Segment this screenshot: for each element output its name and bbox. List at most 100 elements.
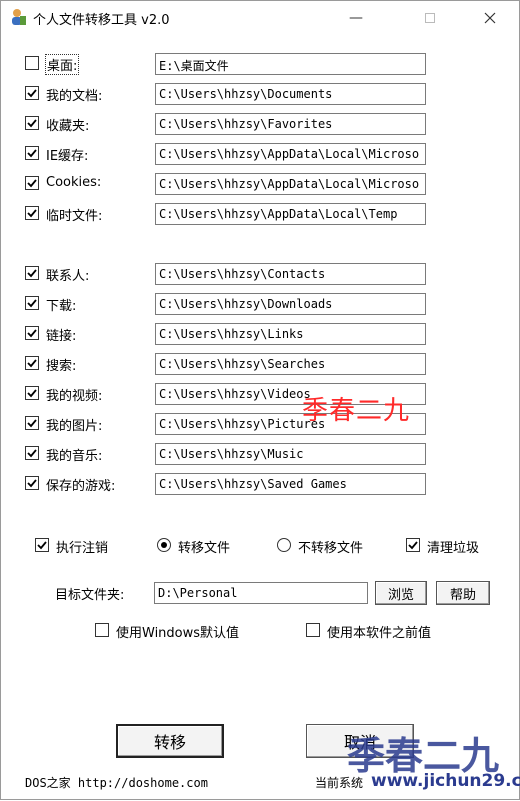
folder-row: 联系人: C:\Users\hhzsy\Contacts [25, 263, 435, 285]
transfer-files-radio[interactable] [157, 538, 171, 552]
target-folder-input[interactable]: D:\Personal [154, 582, 368, 604]
folder-checkbox[interactable] [25, 146, 39, 160]
check-icon [27, 449, 37, 458]
clean-junk-option[interactable]: 清理垃圾 [406, 536, 506, 556]
transfer-files-label: 转移文件 [178, 541, 231, 556]
windows-default-checkbox[interactable] [95, 623, 109, 637]
previous-value-option[interactable]: 使用本软件之前值 [306, 622, 466, 641]
folder-row: 临时文件: C:\Users\hhzsy\AppData\Local\Temp [25, 203, 435, 225]
title-bar: 个人文件转移工具 v2.0 — [1, 1, 519, 34]
folder-label: 下载: [46, 299, 77, 314]
check-icon [27, 299, 37, 308]
folder-checkbox[interactable] [25, 326, 39, 340]
no-transfer-option[interactable]: 不转移文件 [277, 536, 387, 556]
check-icon [27, 149, 37, 158]
windows-default-option[interactable]: 使用Windows默认值 [95, 622, 255, 641]
folder-path-input[interactable]: E:\桌面文件 [155, 53, 426, 75]
target-folder-label: 目标文件夹: [55, 588, 125, 603]
folder-path-input[interactable]: C:\Users\hhzsy\Saved Games [155, 473, 426, 495]
folder-label: 我的音乐: [46, 449, 103, 464]
check-icon [37, 541, 47, 550]
folder-label: 桌面: [44, 54, 80, 75]
folder-row: 链接: C:\Users\hhzsy\Links [25, 323, 435, 345]
folder-label: 链接: [46, 329, 77, 344]
folder-checkbox[interactable] [25, 56, 39, 70]
check-icon [27, 179, 37, 188]
maximize-button[interactable] [407, 1, 453, 34]
help-button[interactable]: 帮助 [436, 581, 490, 605]
execute-logoff-label: 执行注销 [56, 541, 109, 556]
folder-row: 保存的游戏: C:\Users\hhzsy\Saved Games [25, 473, 435, 495]
maximize-icon [425, 12, 435, 23]
folder-row: IE缓存: C:\Users\hhzsy\AppData\Local\Micros… [25, 143, 435, 165]
folder-checkbox[interactable] [25, 266, 39, 280]
folder-row: 下载: C:\Users\hhzsy\Downloads [25, 293, 435, 315]
folder-label: 搜索: [46, 359, 77, 374]
folder-label: Cookies: [46, 175, 102, 190]
folder-checkbox[interactable] [25, 356, 39, 370]
folder-row: 我的文档: C:\Users\hhzsy\Documents [25, 83, 435, 105]
folder-checkbox[interactable] [25, 446, 39, 460]
transfer-files-option[interactable]: 转移文件 [157, 536, 257, 556]
folder-path-input[interactable]: C:\Users\hhzsy\Searches [155, 353, 426, 375]
execute-logoff-checkbox[interactable] [35, 538, 49, 552]
close-icon [484, 12, 496, 23]
folder-row: 搜索: C:\Users\hhzsy\Searches [25, 353, 435, 375]
watermark-corner-url: www.jichun29.cn [371, 771, 520, 791]
folder-row: 桌面: E:\桌面文件 [25, 53, 435, 75]
minimize-button[interactable]: — [333, 1, 379, 34]
folder-checkbox[interactable] [25, 176, 39, 190]
check-icon [27, 479, 37, 488]
check-icon [27, 419, 37, 428]
folder-path-input[interactable]: C:\Users\hhzsy\Links [155, 323, 426, 345]
folder-path-input[interactable]: C:\Users\hhzsy\Favorites [155, 113, 426, 135]
folder-label: 我的文档: [46, 89, 103, 104]
folder-path-input[interactable]: C:\Users\hhzsy\Documents [155, 83, 426, 105]
folder-label: 我的图片: [46, 419, 103, 434]
folder-path-input[interactable]: C:\Users\hhzsy\AppData\Local\Microso [155, 143, 426, 165]
folder-label: IE缓存: [46, 149, 89, 164]
folder-label: 临时文件: [46, 209, 103, 224]
watermark-center: 季春二九 [302, 396, 411, 426]
clean-junk-label: 清理垃圾 [427, 541, 480, 556]
folder-path-input[interactable]: C:\Users\hhzsy\Contacts [155, 263, 426, 285]
window-title: 个人文件转移工具 v2.0 [33, 13, 170, 28]
check-icon [27, 209, 37, 218]
folder-path-input[interactable]: C:\Users\hhzsy\Downloads [155, 293, 426, 315]
folder-checkbox[interactable] [25, 416, 39, 430]
folder-label: 联系人: [46, 269, 90, 284]
folder-checkbox[interactable] [25, 206, 39, 220]
close-button[interactable] [467, 1, 513, 34]
execute-logoff-option[interactable]: 执行注销 [35, 536, 135, 556]
no-transfer-radio[interactable] [277, 538, 291, 552]
check-icon [27, 329, 37, 338]
previous-value-label: 使用本软件之前值 [327, 626, 432, 641]
previous-value-checkbox[interactable] [306, 623, 320, 637]
clean-junk-checkbox[interactable] [406, 538, 420, 552]
watermark-corner: 季春二九 www.jichun29.cn [331, 725, 520, 801]
folder-checkbox[interactable] [25, 86, 39, 100]
folder-checkbox[interactable] [25, 476, 39, 490]
folder-path-input[interactable]: C:\Users\hhzsy\AppData\Local\Temp [155, 203, 426, 225]
windows-default-label: 使用Windows默认值 [116, 626, 240, 641]
folder-checkbox[interactable] [25, 296, 39, 310]
check-icon [27, 359, 37, 368]
browse-button[interactable]: 浏览 [375, 581, 427, 605]
check-icon [408, 541, 418, 550]
check-icon [27, 389, 37, 398]
folder-row: Cookies: C:\Users\hhzsy\AppData\Local\Mic… [25, 173, 435, 195]
folder-checkbox[interactable] [25, 386, 39, 400]
folder-path-input[interactable]: C:\Users\hhzsy\Music [155, 443, 426, 465]
folder-label: 收藏夹: [46, 119, 90, 134]
folder-label: 我的视频: [46, 389, 103, 404]
app-user-icon [9, 8, 27, 26]
app-window: 个人文件转移工具 v2.0 — 桌面: E:\桌面文件我的文档: C:\Users\… [0, 0, 520, 800]
no-transfer-label: 不转移文件 [298, 541, 364, 556]
transfer-button[interactable]: 转移 [116, 724, 224, 758]
folder-label: 保存的游戏: [46, 479, 116, 494]
check-icon [27, 89, 37, 98]
check-icon [27, 119, 37, 128]
folder-path-input[interactable]: C:\Users\hhzsy\AppData\Local\Microso [155, 173, 426, 195]
status-credit: DOS之家 http://doshome.com [25, 776, 208, 790]
folder-checkbox[interactable] [25, 116, 39, 130]
